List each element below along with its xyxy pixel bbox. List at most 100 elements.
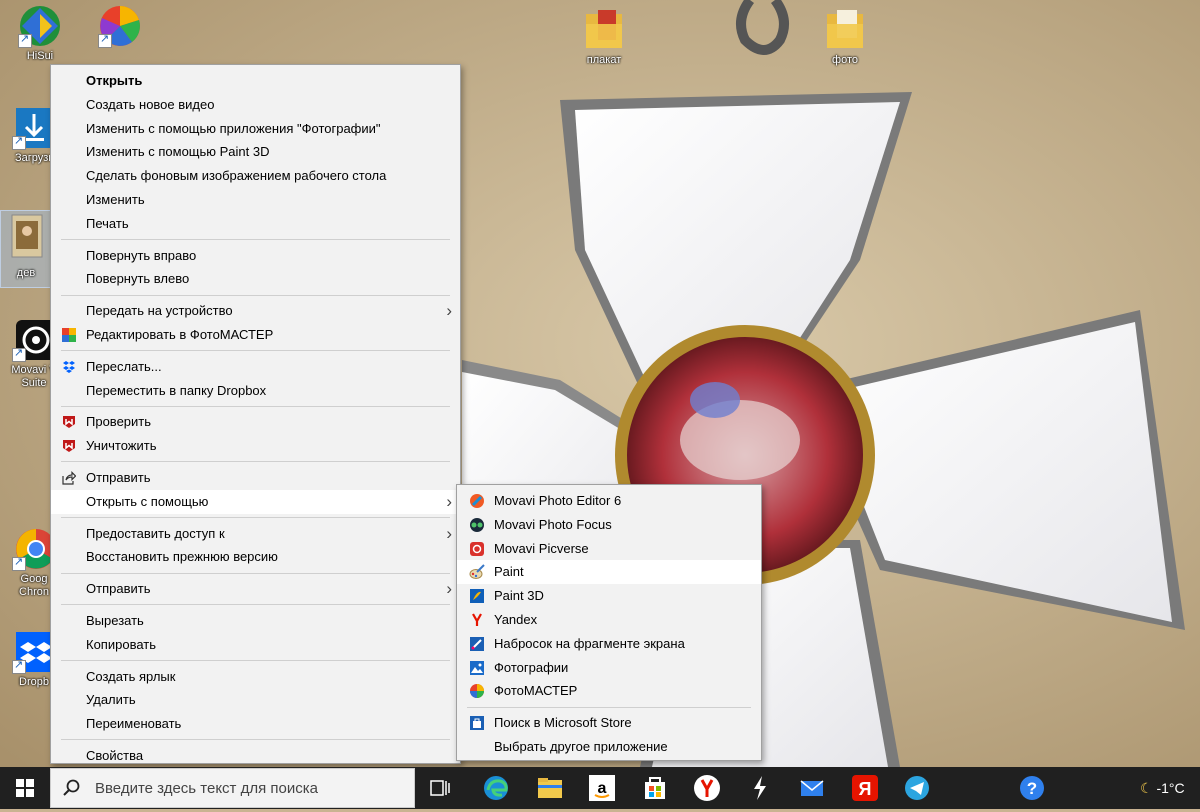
open-with-movavi-photo-editor[interactable]: Movavi Photo Editor 6 (457, 489, 761, 513)
chevron-right-icon: › (446, 523, 452, 543)
yandex-icon (472, 613, 482, 626)
menu-item-print[interactable]: Печать (51, 212, 460, 236)
moon-icon: ☾ (1140, 780, 1153, 796)
open-with-choose-other[interactable]: Выбрать другое приложение (457, 735, 761, 759)
menu-separator (61, 350, 450, 352)
windows-logo-icon (16, 779, 34, 797)
menu-separator (61, 405, 450, 407)
open-with-fotomaster[interactable]: ФотоМАСТЕР (457, 679, 761, 703)
menu-separator (61, 294, 450, 296)
fotomaster-icon (98, 4, 142, 48)
menu-separator (61, 239, 450, 241)
menu-item-set-wallpaper[interactable]: Сделать фоновым изображением рабочего ст… (51, 164, 460, 188)
desktop-icon-fotomaster[interactable] (82, 4, 158, 50)
desktop-icon-image-selected[interactable]: дев (0, 210, 52, 288)
open-with-snip-sketch[interactable]: Набросок на фрагменте экрана (457, 632, 761, 656)
start-button[interactable] (0, 767, 50, 809)
taskbar-search-box[interactable]: Введите здесь текст для поиска (50, 768, 415, 808)
menu-separator (61, 572, 450, 574)
photos-icon (470, 660, 484, 675)
open-with-movavi-photo-focus[interactable]: Movavi Photo Focus (457, 513, 761, 537)
yandex-icon[interactable]: Я (849, 772, 881, 804)
taskbar: Введите здесь текст для поиска a Я ? ☾ -… (0, 767, 1200, 809)
open-with-yandex[interactable]: Yandex (457, 608, 761, 632)
menu-item-edit-photos[interactable]: Изменить с помощью приложения "Фотографи… (51, 117, 460, 141)
menu-item-give-access[interactable]: Предоставить доступ к › (51, 522, 460, 546)
microsoft-store-icon[interactable] (639, 772, 671, 804)
hisuite-icon (18, 4, 62, 48)
telegram-icon[interactable] (901, 772, 933, 804)
chevron-right-icon: › (446, 301, 452, 321)
help-icon[interactable]: ? (1016, 772, 1048, 804)
menu-item-edit[interactable]: Изменить (51, 188, 460, 212)
desktop-icon-folder-plakat[interactable]: плакат (566, 8, 642, 67)
menu-separator (61, 660, 450, 662)
menu-item-delete[interactable]: Удалить (51, 688, 460, 712)
movavi-photo-editor-icon (470, 494, 484, 508)
folder-icon (823, 8, 867, 52)
context-menu: Открыть Создать новое видео Изменить с п… (50, 64, 461, 764)
chevron-right-icon: › (446, 579, 452, 599)
mail-icon[interactable] (796, 772, 828, 804)
menu-item-open-with[interactable]: Открыть с помощью › (51, 489, 460, 514)
menu-item-edit-paint3d[interactable]: Изменить с помощью Paint 3D (51, 140, 460, 164)
yandex-browser-icon[interactable] (691, 772, 723, 804)
mcafee-icon (63, 416, 75, 429)
menu-separator (61, 604, 450, 606)
menu-item-send-to[interactable]: Отправить › (51, 577, 460, 601)
paint-icon (469, 564, 485, 580)
open-with-paint[interactable]: Paint (457, 560, 761, 585)
menu-item-create-shortcut[interactable]: Создать ярлык (51, 665, 460, 689)
menu-item-move-dropbox[interactable]: Переместить в папку Dropbox (51, 379, 460, 403)
menu-item-create-video[interactable]: Создать новое видео (51, 93, 460, 117)
desktop-icon-hisuite[interactable]: HiSui (2, 4, 78, 63)
svg-text:a: a (598, 780, 607, 797)
file-explorer-icon[interactable] (534, 772, 566, 804)
menu-item-rename[interactable]: Переименовать (51, 712, 460, 736)
edge-icon[interactable] (480, 772, 512, 804)
open-with-microsoft-store[interactable]: Поиск в Microsoft Store (457, 711, 761, 735)
desktop-icon-folder-foto[interactable]: фото (807, 8, 883, 67)
search-icon (63, 779, 80, 796)
movavi-icon[interactable] (744, 772, 776, 804)
menu-item-mcafee-scan[interactable]: Проверить (51, 410, 460, 434)
chevron-right-icon: › (446, 491, 452, 511)
task-view-icon[interactable] (424, 772, 456, 804)
menu-item-mcafee-shred[interactable]: Уничтожить (51, 434, 460, 458)
amazon-icon[interactable]: a (586, 772, 618, 804)
menu-item-open[interactable]: Открыть (51, 69, 460, 93)
menu-item-cast-to-device[interactable]: Передать на устройство › (51, 299, 460, 323)
open-with-paint-3d[interactable]: Paint 3D (457, 584, 761, 608)
svg-text:?: ? (1027, 779, 1037, 798)
search-placeholder: Введите здесь текст для поиска (95, 780, 318, 797)
menu-separator (61, 517, 450, 519)
menu-item-edit-fotomaster[interactable]: Редактировать в ФотоМАСТЕР (51, 323, 460, 347)
share-icon (62, 471, 76, 485)
menu-item-rotate-left[interactable]: Повернуть влево (51, 267, 460, 291)
menu-item-properties[interactable]: Свойства (51, 744, 460, 768)
menu-separator (61, 461, 450, 463)
folder-icon (582, 8, 626, 52)
menu-item-restore-version[interactable]: Восстановить прежнюю версию (51, 545, 460, 569)
temperature: -1°C (1156, 780, 1185, 796)
dropbox-icon (63, 360, 75, 373)
movavi-photo-focus-icon (470, 517, 484, 532)
open-with-photos[interactable]: Фотографии (457, 656, 761, 680)
menu-item-copy[interactable]: Копировать (51, 633, 460, 657)
open-with-movavi-picverse[interactable]: Movavi Picverse (457, 537, 761, 561)
weather-widget[interactable]: ☾ -1°C (1140, 767, 1185, 809)
snip-sketch-icon (470, 636, 484, 651)
paint-3d-icon (470, 589, 484, 604)
movavi-picverse-icon (470, 541, 484, 556)
microsoft-store-icon (470, 716, 484, 731)
menu-item-dropbox-send[interactable]: Переслать... (51, 355, 460, 379)
menu-item-share[interactable]: Отправить (51, 466, 460, 490)
open-with-submenu: Movavi Photo Editor 6 Movavi Photo Focus… (456, 484, 762, 761)
menu-separator (61, 739, 450, 741)
menu-separator (467, 706, 751, 708)
menu-item-cut[interactable]: Вырезать (51, 609, 460, 633)
svg-text:Я: Я (859, 779, 872, 799)
menu-item-rotate-right[interactable]: Повернуть вправо (51, 244, 460, 268)
mcafee-icon (63, 440, 75, 453)
fotomaster-icon (62, 327, 76, 342)
